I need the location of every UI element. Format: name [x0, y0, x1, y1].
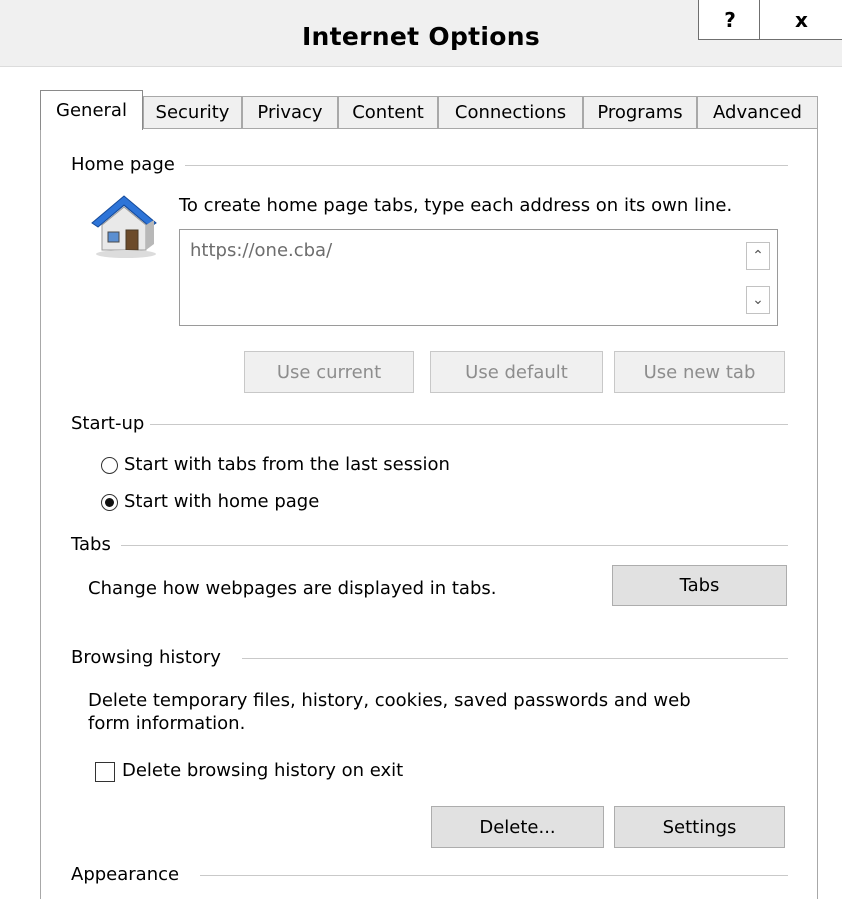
use-new-tab-button[interactable]: Use new tab — [614, 351, 785, 393]
tabs-divider — [110, 545, 788, 546]
tab-connections[interactable]: Connections — [438, 96, 583, 128]
tab-general[interactable]: General — [40, 90, 143, 130]
title-bar: Internet Options ? x — [0, 0, 842, 66]
tab-advanced[interactable]: Advanced — [697, 96, 818, 128]
browsing-history-section-label: Browsing history — [71, 647, 231, 668]
startup-section-label: Start-up — [71, 413, 145, 434]
radio-home-page-label: Start with home page — [124, 491, 320, 512]
browsing-history-divider — [242, 658, 788, 659]
tab-security[interactable]: Security — [143, 96, 242, 128]
delete-on-exit-label: Delete browsing history on exit — [122, 760, 404, 781]
home-page-divider — [160, 165, 788, 166]
radio-last-session[interactable] — [101, 457, 118, 474]
close-icon: x — [795, 7, 808, 32]
tabs-settings-button[interactable]: Tabs — [612, 565, 787, 606]
home-page-instruction: To create home page tabs, type each addr… — [179, 195, 733, 216]
browsing-history-description-line2: form information. — [88, 713, 246, 734]
help-icon: ? — [724, 7, 736, 32]
startup-divider — [150, 424, 788, 425]
chevron-up-icon: ⌃ — [752, 248, 764, 264]
browsing-history-description-line1: Delete temporary files, history, cookies… — [88, 690, 691, 711]
tab-programs[interactable]: Programs — [583, 96, 697, 128]
use-current-button[interactable]: Use current — [244, 351, 414, 393]
close-button[interactable]: x — [759, 0, 842, 40]
appearance-section-label: Appearance — [71, 864, 190, 885]
house-icon — [91, 195, 157, 258]
title-separator — [0, 66, 842, 67]
help-button[interactable]: ? — [698, 0, 762, 40]
radio-home-page[interactable] — [101, 494, 118, 511]
home-page-address-input[interactable]: https://one.cba/ ⌃ ⌄ — [179, 229, 778, 326]
tabs-section-label: Tabs — [71, 534, 121, 555]
tab-privacy[interactable]: Privacy — [242, 96, 338, 128]
scroll-down-button[interactable]: ⌄ — [746, 286, 770, 314]
tab-content[interactable]: Content — [338, 96, 438, 128]
chevron-down-icon: ⌄ — [752, 292, 764, 308]
delete-button[interactable]: Delete... — [431, 806, 604, 848]
home-page-address-value: https://one.cba/ — [190, 240, 333, 261]
delete-on-exit-checkbox[interactable] — [95, 762, 115, 782]
tabs-description: Change how webpages are displayed in tab… — [88, 578, 497, 599]
appearance-divider — [200, 875, 788, 876]
use-default-button[interactable]: Use default — [430, 351, 603, 393]
home-page-section-label: Home page — [71, 154, 185, 175]
browsing-history-settings-button[interactable]: Settings — [614, 806, 785, 848]
scroll-up-button[interactable]: ⌃ — [746, 242, 770, 270]
radio-last-session-label: Start with tabs from the last session — [124, 454, 450, 475]
